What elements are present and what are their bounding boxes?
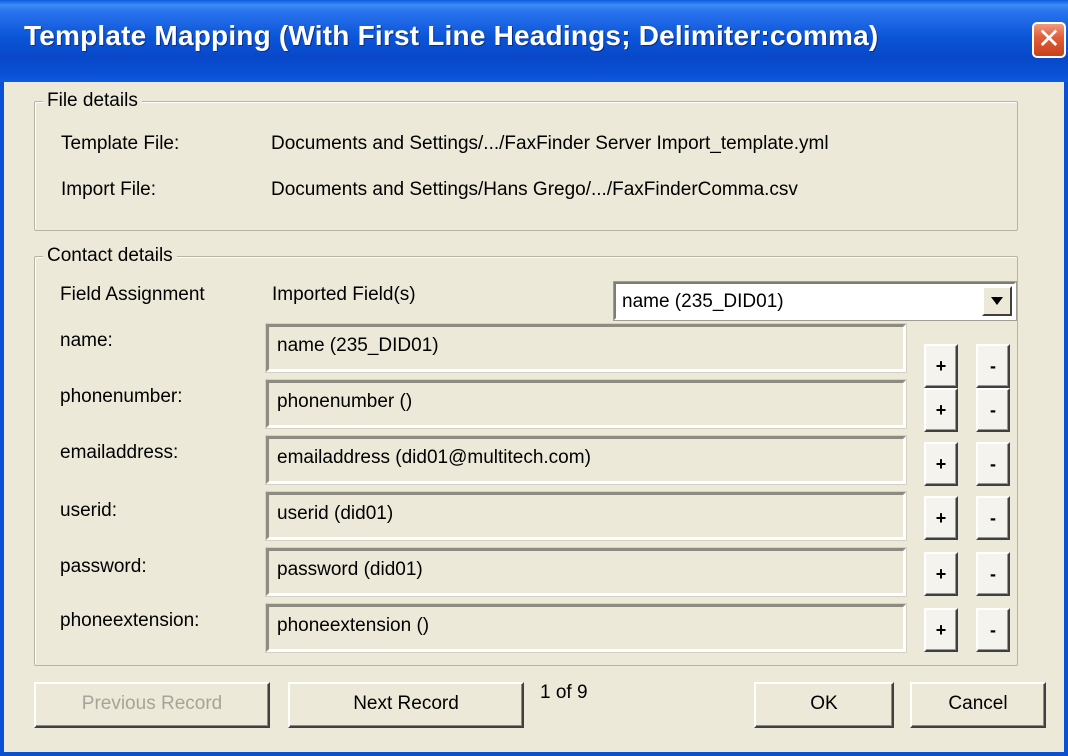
record-counter: 1 of 9	[540, 682, 588, 703]
file-details-legend: File details	[43, 90, 142, 112]
field-label-emailaddress: emailaddress:	[60, 442, 179, 463]
window-title: Template Mapping (With First Line Headin…	[24, 20, 879, 51]
remove-mapping-phonenumber-button[interactable]: -	[976, 388, 1010, 432]
mapped-field-emailaddress-value: emailaddress (did01@multitech.com)	[277, 447, 591, 468]
mapped-field-phonenumber-value: phonenumber ()	[277, 391, 413, 412]
add-mapping-phoneextension-button[interactable]: +	[924, 608, 958, 652]
window-frame-left	[0, 82, 4, 756]
mapped-field-phonenumber[interactable]: phonenumber ()	[265, 379, 907, 429]
remove-mapping-userid-button[interactable]: -	[976, 496, 1010, 540]
remove-mapping-password-button[interactable]: -	[976, 552, 1010, 596]
add-mapping-password-button[interactable]: +	[924, 552, 958, 596]
mapped-field-password-value: password (did01)	[277, 559, 423, 580]
contact-details-legend: Contact details	[43, 245, 177, 267]
mapped-field-name-value: name (235_DID01)	[277, 335, 439, 356]
previous-record-button[interactable]: Previous Record	[34, 682, 270, 728]
close-button[interactable]: ✕	[1032, 22, 1066, 58]
mapped-field-userid[interactable]: userid (did01)	[265, 491, 907, 541]
title-bar[interactable]: Template Mapping (With First Line Headin…	[0, 0, 1068, 82]
remove-mapping-emailaddress-button[interactable]: -	[976, 442, 1010, 486]
window-frame-right	[1064, 82, 1068, 756]
template-file-path: Documents and Settings/.../FaxFinder Ser…	[271, 133, 829, 154]
mapped-field-phoneextension-value: phoneextension ()	[277, 615, 430, 636]
mapped-field-emailaddress[interactable]: emailaddress (did01@multitech.com)	[265, 435, 907, 485]
template-file-label: Template File:	[61, 133, 180, 154]
field-label-phoneextension: phoneextension:	[60, 610, 200, 631]
remove-mapping-phoneextension-button[interactable]: -	[976, 608, 1010, 652]
imported-fields-header: Imported Field(s)	[272, 284, 416, 305]
mapped-field-password[interactable]: password (did01)	[265, 547, 907, 597]
imported-field-select-value: name (235_DID01)	[622, 291, 784, 312]
template-mapping-dialog: Template Mapping (With First Line Headin…	[0, 0, 1068, 756]
import-file-path: Documents and Settings/Hans Grego/.../Fa…	[271, 179, 798, 200]
field-label-name: name:	[60, 330, 113, 351]
add-mapping-phonenumber-button[interactable]: +	[924, 388, 958, 432]
file-details-group: File details Template File: Documents an…	[34, 90, 1018, 231]
field-label-userid: userid:	[60, 500, 118, 521]
field-assignment-header: Field Assignment	[60, 284, 205, 305]
mapped-field-userid-value: userid (did01)	[277, 503, 394, 524]
field-label-password: password:	[60, 556, 147, 577]
mapped-field-name[interactable]: name (235_DID01)	[265, 323, 907, 373]
ok-button[interactable]: OK	[754, 682, 894, 728]
cancel-button[interactable]: Cancel	[910, 682, 1046, 728]
next-record-button[interactable]: Next Record	[288, 682, 524, 728]
add-mapping-emailaddress-button[interactable]: +	[924, 442, 958, 486]
remove-mapping-name-button[interactable]: -	[976, 344, 1010, 388]
add-mapping-userid-button[interactable]: +	[924, 496, 958, 540]
field-label-phonenumber: phonenumber:	[60, 386, 183, 407]
add-mapping-name-button[interactable]: +	[924, 344, 958, 388]
window-frame-bottom	[0, 752, 1068, 756]
chevron-down-icon[interactable]	[982, 286, 1012, 316]
import-file-label: Import File:	[61, 179, 157, 200]
imported-field-select[interactable]: name (235_DID01)	[613, 281, 1017, 321]
mapped-field-phoneextension[interactable]: phoneextension ()	[265, 603, 907, 653]
